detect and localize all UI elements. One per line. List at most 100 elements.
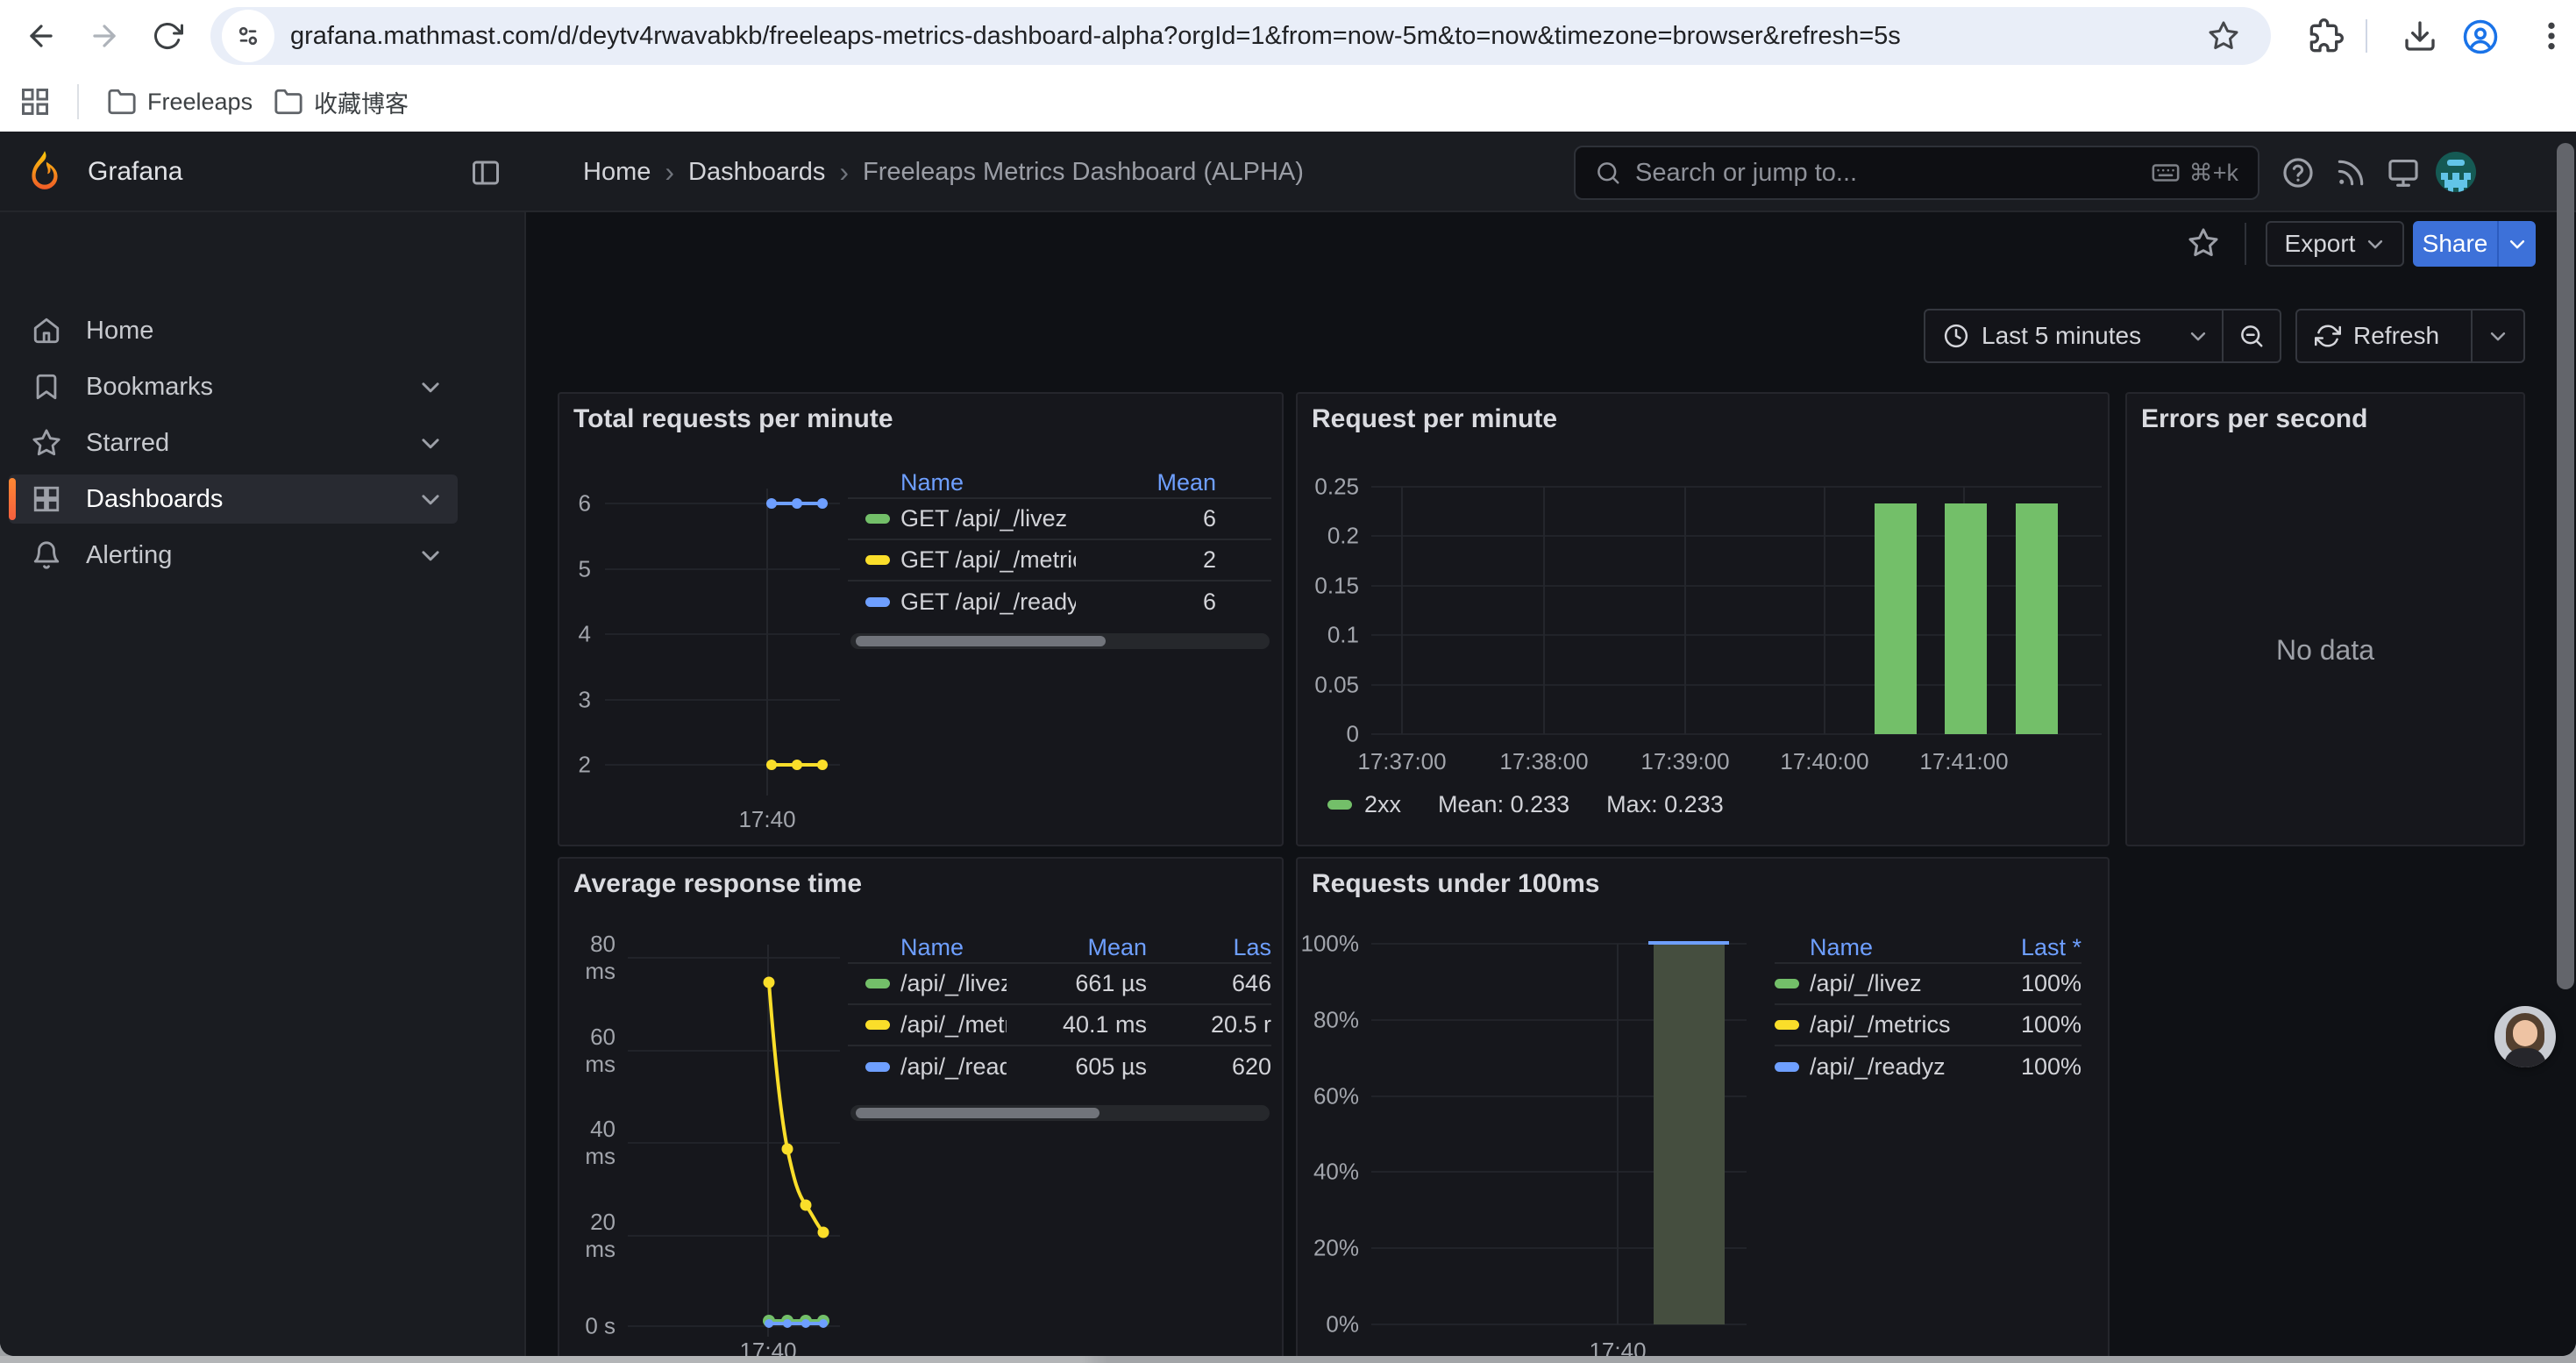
home-icon [32,316,61,346]
legend-header-mean[interactable]: Mean [1076,469,1216,496]
panel-title[interactable]: Errors per second [2141,404,2367,434]
legend-row[interactable]: /api/_/livez 100% [1775,964,2081,1005]
brand-name[interactable]: Grafana [88,157,182,187]
series-name: GET /api/_/livez [900,505,1076,532]
share-button[interactable]: Share [2413,221,2497,267]
grafana-logo[interactable] [23,149,67,193]
legend-scrollbar[interactable] [850,1105,1270,1121]
x-tick: 17:41:00 [1919,748,2008,775]
screen: grafana.mathmast.com/d/deytv4rwavabkb/fr… [0,0,2576,1363]
sidebar-item-label: Dashboards [86,485,223,514]
profile-icon[interactable] [2462,18,2499,55]
panel-request-per-minute: Request per minute 0.25 0.2 0.15 0.1 0.0… [1296,392,2110,846]
series-name: 2xx [1364,791,1401,818]
share-label: Share [2423,230,2488,258]
legend-header: Name Last * [1775,932,2081,964]
series-name: /api/_/readyz [900,1053,1007,1081]
share-button-group: Share [2413,221,2536,267]
help-icon[interactable] [2281,156,2315,189]
legend-table: Name Last * /api/_/livez 100% /api/_/met… [1775,932,2081,1088]
legend-header-name[interactable]: Name [900,469,1076,496]
user-avatar[interactable] [2436,152,2476,192]
sidebar-item-alerting[interactable]: Alerting [9,531,458,580]
legend-header-last[interactable]: Last * [1976,934,2081,961]
bookmark-folder-freeleaps[interactable]: Freeleaps [107,84,253,119]
legend-scrollbar-thumb[interactable] [856,636,1106,646]
series-swatch-blue [1775,1062,1799,1072]
site-settings-icon[interactable] [222,10,274,62]
menu-icon[interactable] [2534,18,2569,54]
breadcrumb-home[interactable]: Home [583,158,651,187]
horizontal-scrollbar[interactable] [0,1356,2576,1363]
no-data-message: No data [2127,634,2523,667]
legend-header-mean[interactable]: Mean [1007,934,1147,961]
chevron-down-icon[interactable] [419,375,442,398]
bar-2xx [1875,503,1917,734]
legend-row[interactable]: /api/_/metrics 100% [1775,1005,2081,1046]
share-dropdown-button[interactable] [2497,221,2536,267]
legend-header-name[interactable]: Name [1810,934,1976,961]
monitor-icon[interactable] [2387,156,2420,189]
panel-title[interactable]: Request per minute [1312,404,1557,434]
sidebar-item-starred[interactable]: Starred [9,418,458,467]
bar-2xx [2016,503,2058,734]
extensions-icon[interactable] [2309,18,2344,54]
time-range-picker[interactable]: Last 5 minutes [1925,310,2222,361]
gridline [1371,486,2102,488]
export-label: Export [2285,230,2356,258]
back-icon[interactable] [23,18,60,54]
legend-row[interactable]: GET /api/_/readyz 6 [848,582,1271,623]
series-name: /api/_/metrics [1810,1011,1976,1038]
legend-row[interactable]: GET /api/_/metrics 2 [848,540,1271,582]
downloads-icon[interactable] [2402,18,2437,54]
vertical-scrollbar-thumb[interactable] [2557,143,2574,989]
y-tick: 0.25 [1298,474,1359,501]
search-input[interactable] [1635,159,2151,188]
bookmark-label: Freeleaps [147,89,253,116]
sidebar-item-home[interactable]: Home [9,306,458,355]
sidebar-item-bookmarks[interactable]: Bookmarks [9,362,458,411]
bookmark-folder-blogs[interactable]: 收藏博客 [274,84,409,119]
legend-scrollbar[interactable] [850,633,1270,649]
legend-header-last[interactable]: Las [1147,934,1271,961]
refresh-button[interactable]: Refresh [2297,310,2471,361]
address-bar[interactable]: grafana.mathmast.com/d/deytv4rwavabkb/fr… [210,7,2271,65]
reload-icon[interactable] [149,18,186,54]
x-tick: 17:37:00 [1357,748,1446,775]
chevron-down-icon[interactable] [419,488,442,510]
breadcrumb-dashboards[interactable]: Dashboards [688,158,825,187]
chevron-down-icon[interactable] [419,544,442,567]
series-swatch-yellow [865,1020,890,1030]
apps-grid-icon[interactable] [19,84,51,119]
url-text[interactable]: grafana.mathmast.com/d/deytv4rwavabkb/fr… [290,22,2202,51]
legend-row[interactable]: /api/_/readyz 605 µs 620 [848,1046,1271,1088]
legend-row[interactable]: /api/_/metrics 40.1 ms 20.5 r [848,1005,1271,1046]
grafana-header: Grafana Home › Dashboards › Freeleaps Me… [0,132,2576,212]
panel-title[interactable]: Requests under 100ms [1312,869,1599,899]
search-bar[interactable]: ⌘+k [1574,146,2259,200]
y-tick: 0.05 [1298,672,1359,699]
panel-total-requests: Total requests per minute 6 5 4 3 2 17:4… [558,392,1284,846]
bell-icon [32,540,61,570]
legend-header-name[interactable]: Name [900,934,1007,961]
series-name: /api/_/readyz [1810,1053,1976,1081]
chevron-down-icon[interactable] [419,432,442,454]
breadcrumb-separator-icon: › [651,156,688,189]
series-name: /api/_/livez [900,970,1007,997]
forward-icon[interactable] [86,18,123,54]
news-icon[interactable] [2334,156,2367,189]
favorite-dashboard-icon[interactable] [2188,227,2219,259]
chevron-down-icon [2188,326,2208,346]
legend-row[interactable]: GET /api/_/livez 6 [848,499,1271,540]
export-button[interactable]: Export [2266,221,2404,267]
refresh-interval-dropdown[interactable] [2473,310,2523,361]
sidebar-item-dashboards[interactable]: Dashboards [9,475,458,524]
sidebar-toggle-icon[interactable] [470,157,502,189]
zoom-out-button[interactable] [2224,310,2280,361]
legend-row[interactable]: /api/_/livez 661 µs 646 [848,964,1271,1005]
floating-avatar[interactable] [2494,1006,2556,1067]
legend-inline[interactable]: 2xx Mean: 0.233 Max: 0.233 [1327,790,1724,818]
legend-scrollbar-thumb[interactable] [856,1108,1099,1118]
legend-row[interactable]: /api/_/readyz 100% [1775,1046,2081,1088]
bookmark-star-icon[interactable] [2208,20,2239,52]
